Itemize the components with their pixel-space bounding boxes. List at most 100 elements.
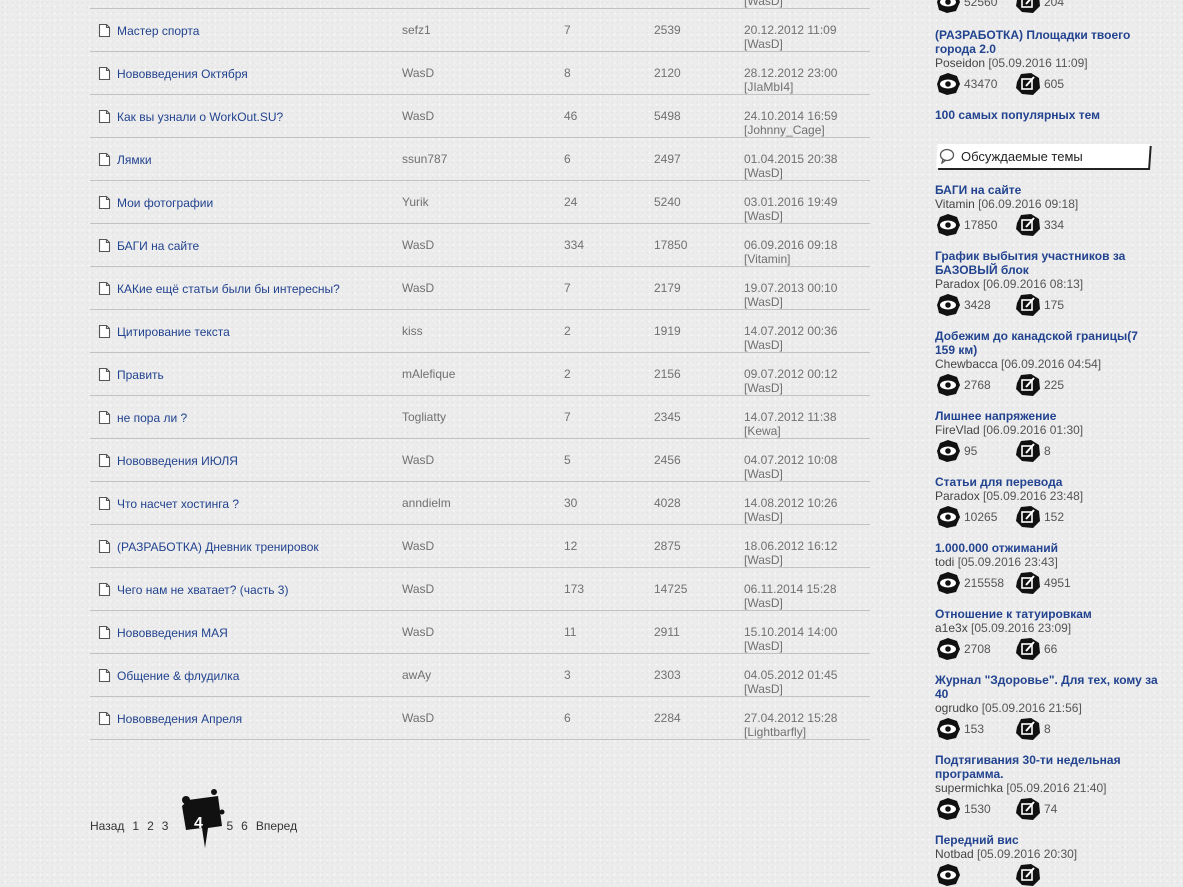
sidebar-topic-title[interactable]: Подтягивания 30-ти недельная программа.	[935, 753, 1160, 781]
pager-prev-link[interactable]: Назад	[90, 819, 124, 833]
sidebar-topic-author[interactable]: supermichka	[935, 781, 1003, 795]
topic-author[interactable]: kiss	[402, 324, 423, 338]
pager-next-link[interactable]: Вперед	[256, 819, 297, 833]
topic-title-link[interactable]: Нововведения ИЮЛЯ	[117, 454, 238, 468]
sidebar-topic-title[interactable]: Передний вис	[935, 833, 1160, 847]
topic-author[interactable]: sefz1	[402, 23, 431, 37]
sidebar-topic: Передний вис Notbad [05.09.2016 20:30]	[935, 833, 1160, 887]
topic-title-link[interactable]: Чего нам не хватает? (часть 3)	[117, 583, 288, 597]
topic-title-link[interactable]: Что насчет хостинга ?	[117, 497, 239, 511]
sidebar-topic-title[interactable]: 1.000.000 отжиманий	[935, 541, 1160, 555]
eye-icon	[937, 506, 960, 528]
topic-title-link[interactable]: Общение & флудилка	[117, 669, 239, 683]
topic-title-link[interactable]: не пора ли ?	[117, 411, 187, 425]
sidebar-topic-author[interactable]: Chewbacca	[935, 357, 998, 371]
topic-author[interactable]: WasD	[402, 66, 434, 80]
topic-author[interactable]: mAlefique	[402, 367, 455, 381]
last-post-user[interactable]: [Lightbarfly]	[744, 725, 837, 739]
sidebar-topic-title[interactable]: Журнал "Здоровье". Для тех, кому за 40	[935, 673, 1160, 701]
sidebar-topic-title[interactable]: Добежим до канадской границы(7 159 км)	[935, 329, 1160, 357]
sidebar-topic-title[interactable]: График выбытия участников за БАЗОВЫЙ бло…	[935, 249, 1160, 277]
last-post-user[interactable]: [JIaMbI4]	[744, 80, 837, 94]
table-row: Мастер спорта sefz1 7 2539 20.12.2012 11:09[…	[90, 9, 870, 52]
last-post-user[interactable]: [Vitamin]	[744, 252, 837, 266]
posts-count: 8	[1044, 722, 1051, 736]
pager-page-6[interactable]: 6	[241, 819, 248, 833]
topic-author[interactable]: WasD	[402, 625, 434, 639]
sidebar-topic-title[interactable]: Отношение к татуировкам	[935, 607, 1160, 621]
pager-page-3[interactable]: 3	[162, 819, 169, 833]
topic-title-link[interactable]: Нововведения МАЯ	[117, 626, 228, 640]
topic-title-link[interactable]: Нововведения Октября	[117, 67, 248, 81]
sidebar-topic-author[interactable]: Vitamin	[935, 197, 975, 211]
sidebar-topic-author[interactable]: todi	[935, 555, 954, 569]
topic-author[interactable]: WasD	[402, 281, 434, 295]
posts-stat: 204	[1015, 0, 1095, 14]
last-post-user[interactable]: [WasD]	[744, 166, 837, 180]
sidebar-topic-author[interactable]: a1e3x	[935, 621, 968, 635]
topic-author[interactable]: Yurik	[402, 195, 429, 209]
topic-title-link[interactable]: Нововведения Апреля	[117, 712, 242, 726]
sidebar-topic-author[interactable]: Paradox	[935, 277, 980, 291]
topic-title-link[interactable]: Мои фотографии	[117, 196, 213, 210]
last-post-user[interactable]: [WasD]	[744, 209, 837, 223]
topic-title-link[interactable]: КАКие ещё статьи были бы интересны?	[117, 282, 340, 296]
last-post-user[interactable]: [WasD]	[744, 510, 837, 524]
topic-title-link[interactable]: Править	[117, 368, 164, 382]
last-post-user[interactable]: [WasD]	[744, 467, 837, 481]
sidebar-topic-title[interactable]: (РАЗРАБОТКА) Площадки твоего города 2.0	[935, 28, 1160, 56]
last-post-user[interactable]: [WasD]	[744, 639, 837, 653]
eye-icon	[937, 214, 960, 236]
sidebar-topic-title[interactable]: Лишнее напряжение	[935, 409, 1160, 423]
topic-title-link[interactable]: Как вы узнали о WorkOut.SU?	[117, 110, 283, 124]
last-post-user[interactable]: [WasD]	[744, 596, 837, 610]
last-post-date: 06.09.2016 09:18	[744, 238, 838, 252]
topic-author[interactable]: WasD	[402, 582, 434, 596]
eye-icon	[937, 718, 960, 740]
sidebar-topic-author[interactable]: ogrudko	[935, 701, 978, 715]
views-stat: 95	[935, 439, 1015, 463]
last-post-user[interactable]: [WasD]	[744, 338, 837, 352]
last-post-user[interactable]: [WasD]	[744, 682, 837, 696]
pager-page-2[interactable]: 2	[147, 819, 154, 833]
sidebar-topic-author[interactable]: Poseidon	[935, 56, 985, 70]
posts-count: 4951	[1044, 576, 1071, 590]
edit-icon	[1016, 864, 1040, 886]
topic-author[interactable]: WasD	[402, 109, 434, 123]
topic-author[interactable]: WasD	[402, 453, 434, 467]
last-post-user[interactable]: [WasD]	[744, 37, 837, 51]
last-post-user[interactable]: [Johnny_Cage]	[744, 123, 837, 137]
topic-title-link[interactable]: БАГИ на сайте	[117, 239, 199, 253]
pager-page-5[interactable]: 5	[226, 819, 233, 833]
topic-author[interactable]: Togliatty	[402, 410, 446, 424]
posts-stat: 74	[1015, 797, 1095, 821]
document-icon	[98, 238, 111, 253]
topic-title-link[interactable]: Мастер спорта	[117, 24, 199, 38]
sidebar-topic-author[interactable]: FireVlad	[935, 423, 980, 437]
topic-author[interactable]: WasD	[402, 238, 434, 252]
document-icon	[98, 625, 111, 640]
sidebar-topic-author[interactable]: Notbad	[935, 847, 974, 861]
last-post-user[interactable]: [WasD]	[744, 295, 837, 309]
sidebar-topic-title[interactable]: БАГИ на сайте	[935, 183, 1160, 197]
last-post-user[interactable]: [WasD]	[744, 381, 837, 395]
topic-views-count: 14725	[654, 582, 688, 596]
views-count: 43470	[964, 77, 998, 91]
sidebar-topic-author[interactable]: Paradox	[935, 489, 980, 503]
last-post-user[interactable]: [WasD]	[744, 0, 837, 8]
popular-topics-link[interactable]: 100 самых популярных тем	[935, 108, 1100, 122]
topic-author[interactable]: WasD	[402, 711, 434, 725]
topic-author[interactable]: anndielm	[402, 496, 451, 510]
sidebar-topic-title[interactable]: Статьи для перевода	[935, 475, 1160, 489]
topic-title-link[interactable]: Лямки	[117, 153, 152, 167]
topic-author[interactable]: WasD	[402, 539, 434, 553]
topic-title-link[interactable]: (РАЗРАБОТКА) Дневник тренировок	[117, 540, 319, 554]
last-post-date: 03.01.2016 19:49	[744, 195, 838, 209]
last-post-user[interactable]: [Kewa]	[744, 424, 837, 438]
topic-title-link[interactable]: Цитирование текста	[117, 325, 230, 339]
topic-author[interactable]: ssun787	[402, 152, 447, 166]
topic-author[interactable]: awAy	[402, 668, 431, 682]
views-stat: 10265	[935, 505, 1015, 529]
pager-page-1[interactable]: 1	[132, 819, 139, 833]
last-post-user[interactable]: [WasD]	[744, 553, 837, 567]
